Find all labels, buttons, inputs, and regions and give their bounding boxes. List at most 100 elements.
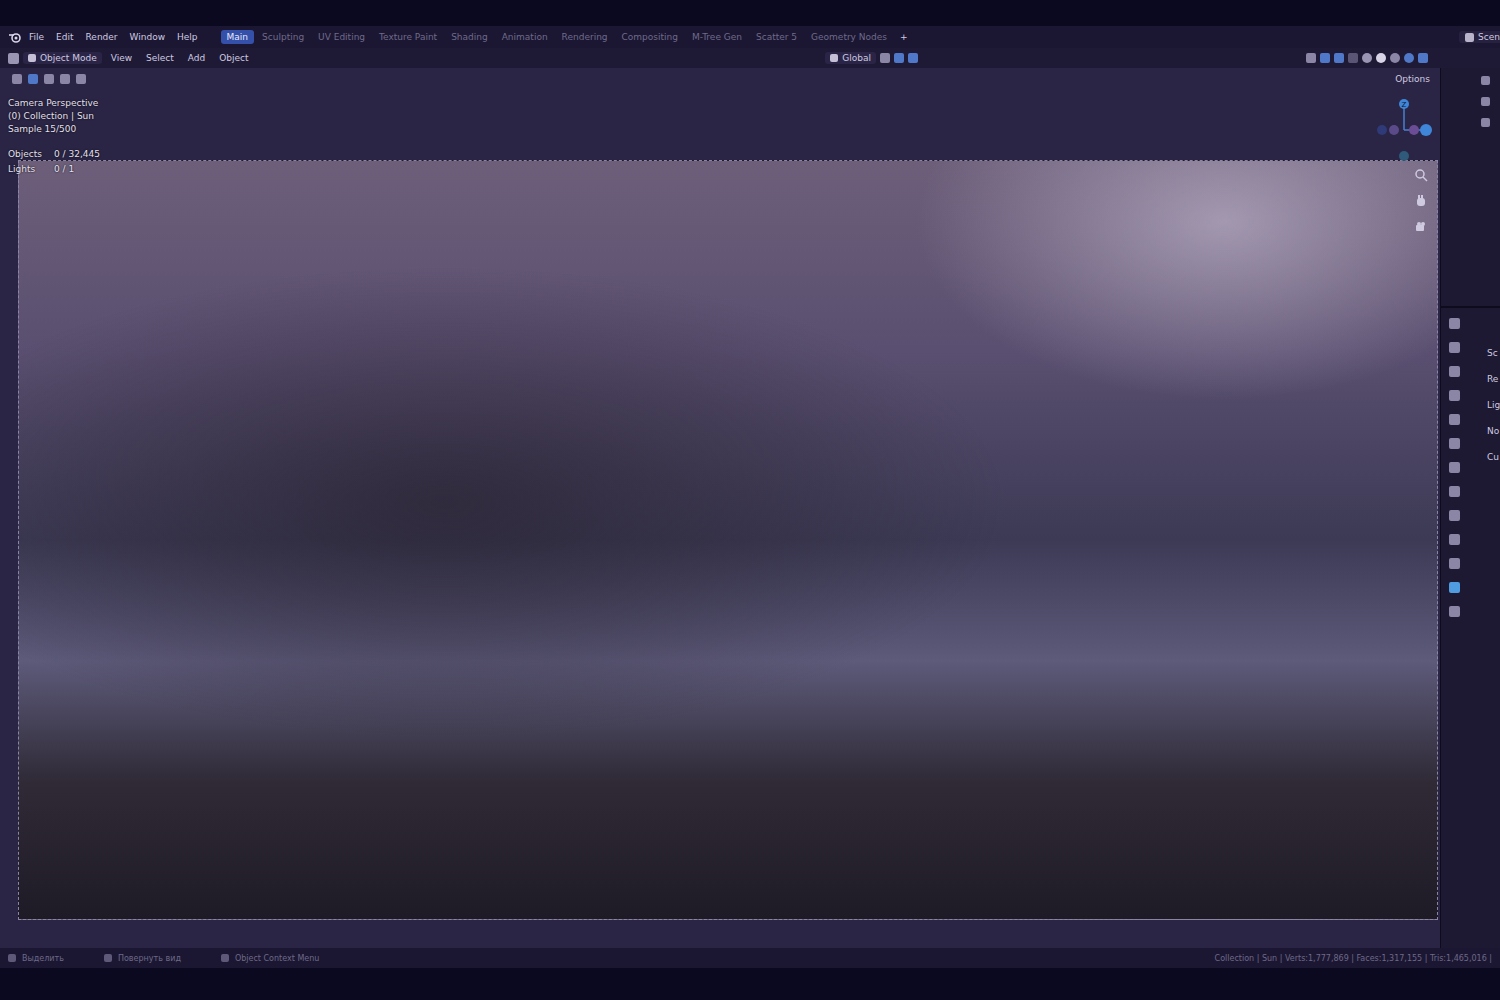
mouse-button-icon <box>8 954 16 962</box>
properties-tab-icon[interactable] <box>1449 582 1460 593</box>
select-tool-icon[interactable] <box>12 74 22 84</box>
workspace-tab[interactable]: Rendering <box>556 30 614 44</box>
stat-label: Lights <box>8 164 54 174</box>
select-extend-icon[interactable] <box>44 74 54 84</box>
outliner <box>1441 68 1500 308</box>
right-sidebar: Sc Re Lig No Cu <box>1440 68 1500 948</box>
select-tools <box>12 74 86 84</box>
properties-tabs <box>1449 318 1465 948</box>
workspace-tab[interactable]: Texture Paint <box>373 30 443 44</box>
panel-label[interactable]: No <box>1487 426 1500 436</box>
header-menu-item[interactable]: Select <box>141 51 179 65</box>
properties-tab-icon[interactable] <box>1449 558 1460 569</box>
pivot-icon[interactable] <box>880 53 890 63</box>
select-new-icon[interactable] <box>28 74 38 84</box>
workspace-tab[interactable]: Animation <box>496 30 554 44</box>
camera-view-icon[interactable] <box>1414 220 1428 234</box>
properties-tab-icon[interactable] <box>1449 366 1460 377</box>
viewport-header: Object Mode View Select Add Object Global <box>0 48 1500 68</box>
status-bar: ВыделитьПовернуть видObject Context Menu… <box>0 948 1500 968</box>
properties-tab-icon[interactable] <box>1449 486 1460 497</box>
workspace-tab[interactable]: Compositing <box>616 30 684 44</box>
3d-viewport[interactable]: Camera Perspective (0) Collection | Sun Sa… <box>0 68 1440 948</box>
navigation-buttons <box>1414 168 1428 234</box>
stat-label: Objects <box>8 149 54 159</box>
outliner-row-icon[interactable] <box>1481 76 1490 85</box>
header-menu-item[interactable]: View <box>106 51 137 65</box>
workspace-tab[interactable]: Geometry Nodes <box>805 30 893 44</box>
header-menu-item[interactable]: Add <box>183 51 210 65</box>
info-line: Camera Perspective <box>8 98 100 108</box>
scene-statistics: Collection | Sun | Verts:1,777,869 | Fac… <box>1215 954 1492 963</box>
overlay-toggle-icon[interactable] <box>1334 53 1344 63</box>
menu-item[interactable]: Edit <box>51 30 78 44</box>
orientation-dropdown[interactable]: Global <box>825 52 876 64</box>
solid-shading-icon[interactable] <box>1376 53 1386 63</box>
viewport-info: Camera Perspective (0) Collection | Sun Sa… <box>8 98 100 174</box>
pan-hand-icon[interactable] <box>1414 194 1428 208</box>
properties-tab-icon[interactable] <box>1449 534 1460 545</box>
properties-tab-icon[interactable] <box>1449 318 1460 329</box>
status-hint: Выделить <box>8 954 64 963</box>
info-line: (0) Collection | Sun <box>8 111 100 121</box>
panel-label[interactable]: Re <box>1487 374 1500 384</box>
stat-value: 0 / 1 <box>54 164 100 174</box>
workspace-tab[interactable]: Sculpting <box>256 30 310 44</box>
properties-tab-icon[interactable] <box>1449 510 1460 521</box>
snap-icon[interactable] <box>894 53 904 63</box>
pause-render-icon[interactable] <box>1418 53 1428 63</box>
menu-item[interactable]: Help <box>172 30 203 44</box>
panel-label[interactable]: Lig <box>1487 400 1500 410</box>
workspace-tab[interactable]: UV Editing <box>312 30 371 44</box>
add-workspace-button[interactable]: + <box>895 30 913 44</box>
stat-value: 0 / 32,445 <box>54 149 100 159</box>
header-menu-item[interactable]: Object <box>214 51 253 65</box>
visibility-icon[interactable] <box>1306 53 1316 63</box>
proportional-icon[interactable] <box>908 53 918 63</box>
select-subtract-icon[interactable] <box>60 74 70 84</box>
workspace-tab[interactable]: M-Tree Gen <box>686 30 748 44</box>
properties-tab-icon[interactable] <box>1449 606 1460 617</box>
select-intersect-icon[interactable] <box>76 74 86 84</box>
properties-panels: Sc Re Lig No Cu <box>1469 318 1500 948</box>
workspace-tab[interactable]: Shading <box>445 30 494 44</box>
mode-dropdown[interactable]: Object Mode <box>23 52 102 64</box>
wireframe-shading-icon[interactable] <box>1362 53 1372 63</box>
properties-editor: Sc Re Lig No Cu <box>1441 308 1500 948</box>
menu-item[interactable]: Render <box>81 30 123 44</box>
rendered-shading-icon[interactable] <box>1404 53 1414 63</box>
workspace-tab[interactable]: Main <box>221 30 255 44</box>
blender-window: FileEditRenderWindowHelp MainSculptingUV … <box>0 0 1500 1000</box>
svg-text:Z: Z <box>1402 101 1407 109</box>
scene-field[interactable]: Scen <box>1459 31 1500 43</box>
scene-icon <box>1465 33 1474 42</box>
panel-label[interactable]: Sc <box>1487 348 1500 358</box>
axis-gizmo-icon[interactable]: Z <box>1374 94 1434 164</box>
properties-tab-icon[interactable] <box>1449 462 1460 473</box>
menu-item[interactable]: File <box>24 30 49 44</box>
blender-logo-icon[interactable] <box>8 31 22 43</box>
orientation-icon <box>830 54 838 62</box>
mouse-button-icon <box>221 954 229 962</box>
top-band <box>0 0 1500 26</box>
menu-item[interactable]: Window <box>125 30 171 44</box>
material-shading-icon[interactable] <box>1390 53 1400 63</box>
panel-label[interactable]: Cu <box>1487 452 1500 462</box>
workspace-tab[interactable]: Scatter 5 <box>750 30 803 44</box>
properties-tab-icon[interactable] <box>1449 414 1460 425</box>
gizmo-toggle-icon[interactable] <box>1320 53 1330 63</box>
options-dropdown[interactable]: Options <box>1395 74 1430 84</box>
outliner-row-icon[interactable] <box>1481 118 1490 127</box>
properties-tab-icon[interactable] <box>1449 342 1460 353</box>
outliner-row-icon[interactable] <box>1481 97 1490 106</box>
xray-icon[interactable] <box>1348 53 1358 63</box>
properties-tab-icon[interactable] <box>1449 438 1460 449</box>
properties-tab-icon[interactable] <box>1449 390 1460 401</box>
zoom-icon[interactable] <box>1414 168 1428 182</box>
editor-type-icon[interactable] <box>8 53 19 64</box>
bottom-band <box>0 968 1500 1000</box>
mouse-button-icon <box>104 954 112 962</box>
status-hint: Повернуть вид <box>104 954 181 963</box>
render-preview <box>18 160 1438 920</box>
info-line: Sample 15/500 <box>8 124 100 134</box>
